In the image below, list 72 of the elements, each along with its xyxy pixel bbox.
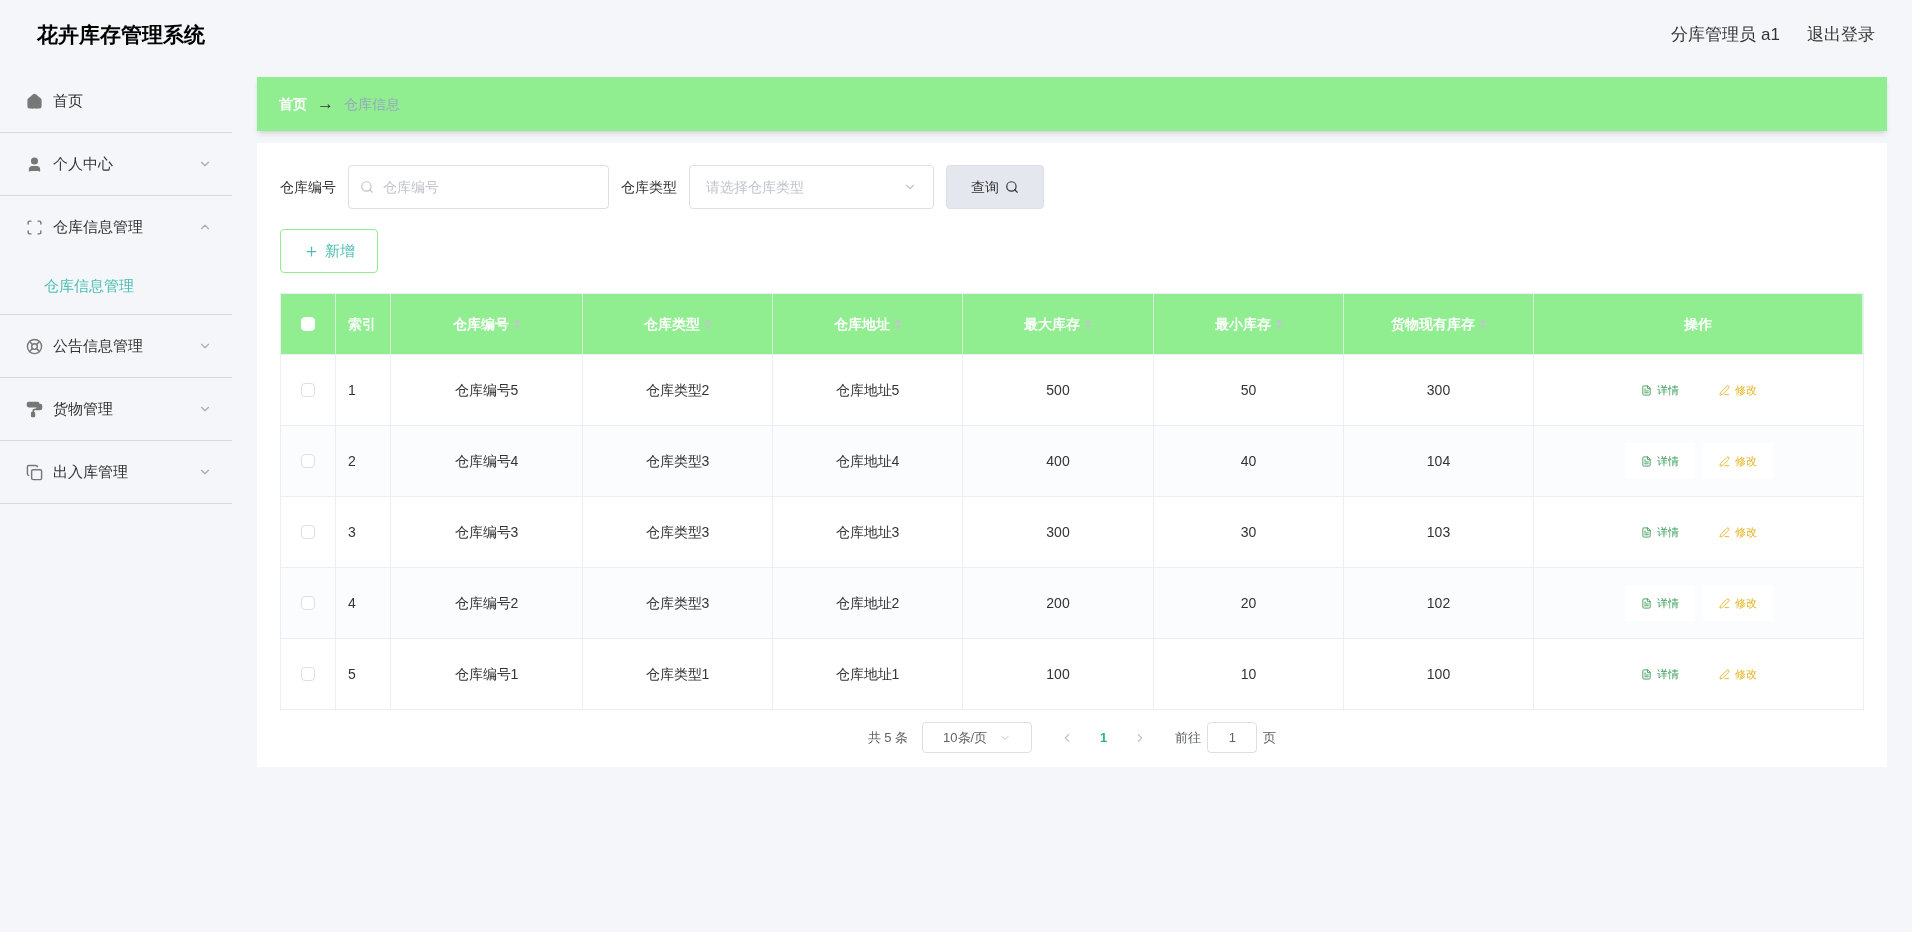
sort-icon[interactable] — [703, 318, 712, 330]
goto-suffix: 页 — [1263, 728, 1277, 747]
sort-icon[interactable] — [1478, 318, 1487, 330]
edit-button[interactable]: 修改 — [1702, 655, 1773, 693]
sort-icon[interactable] — [1274, 318, 1283, 330]
table-cell: 仓库地址1 — [773, 639, 963, 709]
sidebar-item[interactable]: 仓库信息管理 — [0, 196, 232, 258]
pencil-icon — [1718, 384, 1730, 396]
table-cell: 仓库类型1 — [583, 639, 773, 709]
goto-label: 前往 — [1175, 728, 1202, 747]
app-title: 花卉库存管理系统 — [37, 22, 205, 49]
sidebar-item[interactable]: 个人中心 — [0, 133, 232, 195]
page-size-select[interactable]: 10条/页 — [922, 722, 1033, 753]
checkbox[interactable] — [301, 667, 315, 681]
details-button[interactable]: 详情 — [1624, 442, 1695, 480]
sort-icon[interactable] — [1084, 318, 1092, 330]
total-count: 共 5 条 — [867, 728, 909, 747]
details-button[interactable]: 详情 — [1624, 371, 1695, 409]
person-icon — [26, 155, 43, 173]
pencil-icon — [1718, 526, 1730, 538]
details-button[interactable]: 详情 — [1624, 513, 1695, 551]
edit-button[interactable]: 修改 — [1702, 584, 1773, 622]
table-cell: 100 — [963, 639, 1154, 709]
breadcrumb-current: 仓库信息 — [344, 94, 400, 114]
details-button[interactable]: 详情 — [1624, 655, 1695, 693]
field-label: 仓库类型 — [621, 177, 677, 197]
table-cell: 100 — [1344, 639, 1534, 709]
pencil-icon — [1718, 455, 1730, 467]
table-cell: 10 — [1154, 639, 1344, 709]
checkbox[interactable] — [301, 454, 315, 468]
document-icon — [1640, 526, 1652, 538]
field-label: 仓库编号 — [280, 177, 336, 197]
ring-icon — [26, 337, 43, 355]
search-icon — [360, 180, 374, 194]
page-number[interactable]: 1 — [1088, 727, 1120, 748]
query-button[interactable]: 查询 — [946, 165, 1044, 209]
logout-link[interactable]: 退出登录 — [1807, 22, 1875, 48]
pencil-icon — [1718, 597, 1730, 609]
checkbox[interactable] — [301, 596, 315, 610]
pencil-icon — [1718, 668, 1730, 680]
copy-icon — [26, 463, 43, 481]
checkbox[interactable] — [301, 383, 315, 397]
checkbox[interactable] — [301, 525, 315, 539]
document-icon — [1640, 597, 1652, 609]
frame-icon — [26, 218, 43, 236]
search-field[interactable]: 仓库编号 — [348, 165, 609, 209]
document-icon — [1640, 668, 1652, 680]
submenu-item[interactable]: 仓库信息管理 — [0, 258, 232, 314]
roller-icon — [26, 400, 43, 418]
sidebar-item[interactable]: 公告信息管理 — [0, 315, 232, 377]
sidebar-item[interactable]: 出入库管理 — [0, 441, 232, 503]
sidebar-item[interactable]: 首页 — [0, 70, 232, 132]
edit-button[interactable]: 修改 — [1702, 371, 1773, 409]
details-button[interactable]: 详情 — [1624, 584, 1695, 622]
home-icon — [26, 92, 43, 110]
user-name: 分库管理员 a1 — [1671, 24, 1780, 47]
sort-icon[interactable] — [512, 318, 521, 330]
table-cell: 5 — [336, 639, 391, 709]
type-select[interactable]: 请选择仓库类型 — [689, 165, 934, 209]
table-cell: 仓库编号1 — [391, 639, 583, 709]
breadcrumb-separator: → — [317, 93, 334, 116]
search-icon — [1005, 180, 1019, 194]
edit-button[interactable]: 修改 — [1702, 513, 1773, 551]
page-input[interactable]: 1 — [1207, 722, 1258, 753]
sort-icon[interactable] — [893, 318, 902, 330]
breadcrumb-home[interactable]: 首页 — [279, 93, 307, 115]
add-button[interactable]: 新增 — [280, 229, 378, 273]
sidebar-item[interactable]: 货物管理 — [0, 378, 232, 440]
edit-button[interactable]: 修改 — [1702, 442, 1773, 480]
document-icon — [1640, 384, 1652, 396]
document-icon — [1640, 455, 1652, 467]
plus-icon — [303, 243, 319, 259]
